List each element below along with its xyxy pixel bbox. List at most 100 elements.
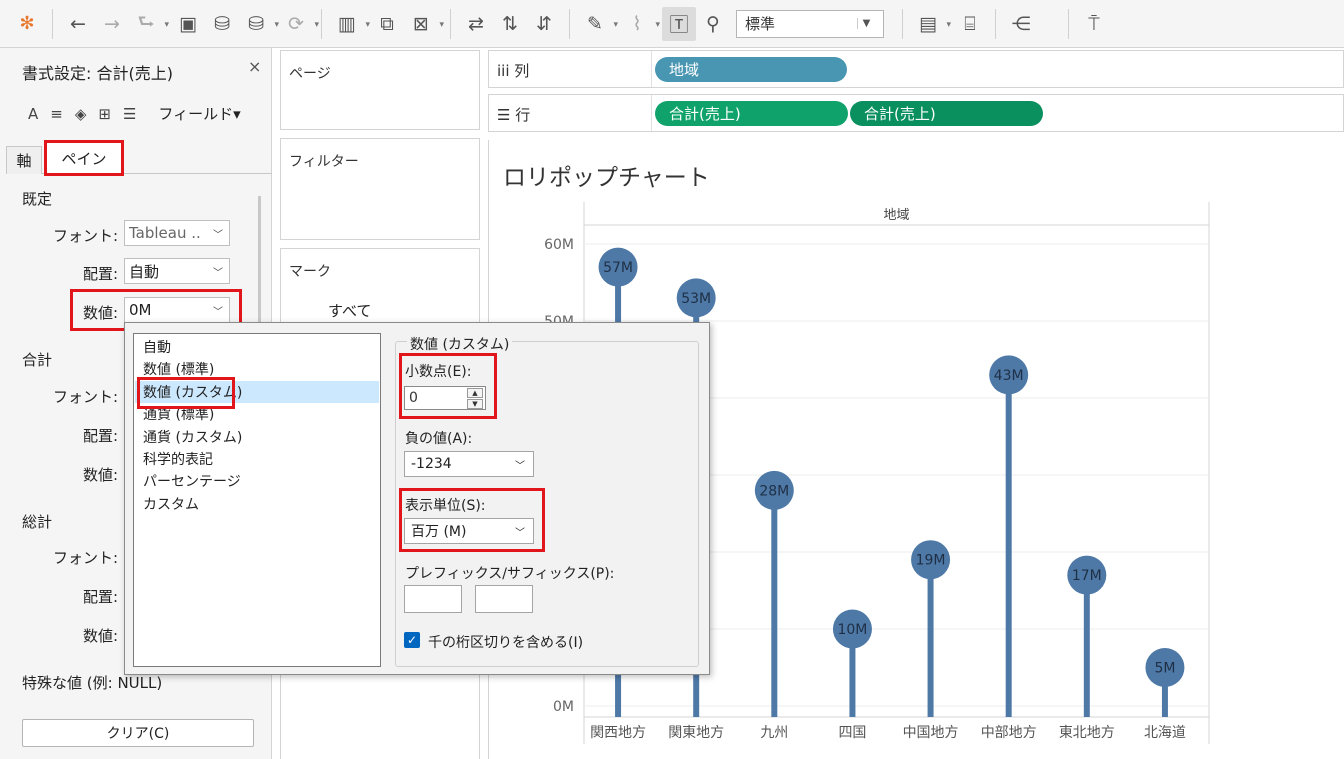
field-dropdown[interactable]: フィールド▾: [158, 103, 240, 124]
x-tick-label: 関西地方: [590, 725, 646, 741]
x-tick-label: 四国: [838, 725, 866, 741]
default-align-select[interactable]: 自動 ﹀: [124, 258, 230, 284]
tab-axis[interactable]: 軸: [6, 146, 42, 174]
new-datasource-icon[interactable]: ⛁: [205, 7, 239, 41]
default-font-select[interactable]: Tableau .. ﹀: [124, 220, 230, 246]
suffix-input[interactable]: [475, 585, 533, 613]
thousands-separator-label: 千の桁区切りを含める(I): [428, 635, 584, 651]
presentation-mode-icon[interactable]: ⍑: [1077, 7, 1111, 41]
pages-title: ページ: [289, 66, 331, 82]
swap-icon[interactable]: ⇄: [459, 7, 493, 41]
borders-format-icon[interactable]: ⊞: [98, 105, 111, 123]
default-font-value: Tableau ..: [129, 224, 201, 242]
section-special-values: 特殊な値 (例: NULL): [22, 674, 163, 692]
fit-select-value: 標準: [745, 15, 776, 33]
presentation-icon[interactable]: ⌸: [953, 7, 987, 41]
highlight-custom-number: [137, 377, 235, 409]
clear-button[interactable]: クリア(C): [22, 719, 254, 747]
highlight-unit: [399, 488, 545, 552]
y-tick-label: 0M: [553, 699, 574, 715]
refresh-icon[interactable]: ⟳ ▾: [279, 7, 319, 41]
clear-sheet-icon[interactable]: ⊠ ▾: [404, 7, 444, 41]
data-label: 19M: [916, 553, 946, 569]
save-icon[interactable]: ▣: [171, 7, 205, 41]
marks-title: マーク: [289, 264, 331, 280]
highlight-decimal: [399, 353, 497, 419]
toolbar-separator: [52, 8, 53, 39]
back-icon[interactable]: ←: [61, 7, 95, 41]
default-font-label: フォント:: [52, 227, 118, 245]
font-format-icon[interactable]: A: [28, 105, 38, 123]
data-label: 53M: [681, 291, 711, 307]
x-tick-label: 東北地方: [1059, 725, 1115, 741]
rows-pill-sales-1[interactable]: 合計(売上): [655, 101, 848, 126]
show-labels-icon[interactable]: 🅃: [662, 6, 696, 41]
prefix-input[interactable]: [404, 585, 462, 613]
data-label: 43M: [994, 368, 1024, 384]
total-font-label: フォント:: [52, 388, 118, 406]
rows-label-text: 行: [515, 106, 531, 124]
align-format-icon[interactable]: ≡: [50, 105, 63, 123]
shading-format-icon[interactable]: ◈: [75, 105, 87, 123]
highlight-icon[interactable]: ✎ ▾: [578, 7, 618, 41]
forward-icon[interactable]: →: [95, 7, 129, 41]
number-format-popup: 自動 数値 (標準) 数値 (カスタム) 通貨 (標準) 通貨 (カスタム) 科学的表記パ…: [124, 322, 710, 675]
thousands-separator-checkbox[interactable]: ✓: [404, 632, 420, 648]
tab-pane[interactable]: ペイン: [44, 140, 124, 176]
x-tick-label: 中国地方: [903, 725, 959, 741]
format-list-item[interactable]: 通貨 (カスタム): [135, 426, 379, 448]
negative-select[interactable]: -1234 ﹀: [404, 451, 534, 477]
toolbar: ✻ ← → ⮑ ▾ ▣ ⛁ ⛁ ▾ ⟳ ▾ ▥ ▾ ⧉ ⊠ ▾ ⇄ ⇅ ⇵ ✎ ▾ ⌇ ▾ 🅃…: [0, 0, 1344, 48]
new-worksheet-icon[interactable]: ▥ ▾: [330, 7, 370, 41]
shelf-divider: [651, 51, 652, 87]
rows-shelf[interactable]: ☰ 行 合計(売上) 合計(売上): [488, 94, 1344, 132]
duplicate-icon[interactable]: ⧉: [370, 7, 404, 41]
rows-shelf-label: ☰ 行: [497, 104, 530, 125]
sort-asc-icon[interactable]: ⇅: [493, 7, 527, 41]
section-total: 合計: [22, 351, 53, 369]
lines-format-icon[interactable]: ☰: [123, 105, 136, 123]
section-default: 既定: [22, 190, 53, 208]
fit-select[interactable]: 標準 ▼: [736, 9, 884, 38]
filters-card[interactable]: フィルター: [280, 138, 480, 240]
format-list-item[interactable]: 自動: [135, 336, 379, 358]
x-tick-label: 関東地方: [668, 725, 724, 741]
format-list-item[interactable]: 科学的表記: [135, 448, 379, 470]
show-me-icon[interactable]: ▤ ▾: [911, 7, 951, 41]
pause-update-icon[interactable]: ⛁ ▾: [239, 7, 279, 41]
grand-number-label: 数値:: [82, 627, 118, 645]
default-align-value: 自動: [129, 262, 160, 281]
rows-icon: ☰: [497, 106, 511, 124]
sort-desc-icon[interactable]: ⇵: [527, 7, 561, 41]
format-tabs: 軸 ペイン: [6, 140, 272, 176]
chevron-down-icon: ﹀: [213, 229, 223, 241]
x-tick-label: 九州: [760, 725, 788, 741]
data-label: 17M: [1072, 568, 1102, 584]
format-icons: A ≡ ◈ ⊞ ☰ フィールド▾: [28, 103, 241, 124]
total-number-label: 数値:: [82, 466, 118, 484]
tableau-logo-icon[interactable]: ✻: [10, 7, 44, 41]
columns-shelf[interactable]: iii 列 地域: [488, 50, 1344, 88]
y-tick-label: 60M: [544, 237, 574, 253]
format-list-item[interactable]: パーセンテージ: [135, 470, 379, 492]
toolbar-separator: [321, 8, 322, 39]
toolbar-separator: [569, 8, 570, 39]
x-tick-label: 中部地方: [981, 725, 1037, 741]
custom-number-group-title: 数値 (カスタム): [407, 334, 513, 354]
chevron-down-icon: ﹀: [515, 460, 525, 472]
format-list-item[interactable]: カスタム: [135, 493, 379, 515]
group-icon[interactable]: ⌇ ▾: [620, 7, 660, 41]
columns-pill-region[interactable]: 地域: [655, 57, 847, 82]
data-label: 28M: [759, 483, 789, 499]
redo-icon[interactable]: ⮑ ▾: [129, 7, 169, 41]
pin-icon[interactable]: ⚲: [696, 7, 730, 41]
prefix-suffix-label: プレフィックス/サフィックス(P):: [405, 566, 615, 582]
share-icon[interactable]: ⋲: [1004, 7, 1038, 41]
marks-all-label[interactable]: すべて: [328, 300, 371, 321]
close-icon[interactable]: ×: [248, 57, 261, 76]
pages-card[interactable]: ページ: [280, 50, 480, 130]
rows-pill-sales-2[interactable]: 合計(売上): [850, 101, 1043, 126]
column-header-label: 地域: [883, 208, 909, 223]
x-tick-label: 北海道: [1144, 725, 1186, 741]
grand-font-label: フォント:: [52, 549, 118, 567]
